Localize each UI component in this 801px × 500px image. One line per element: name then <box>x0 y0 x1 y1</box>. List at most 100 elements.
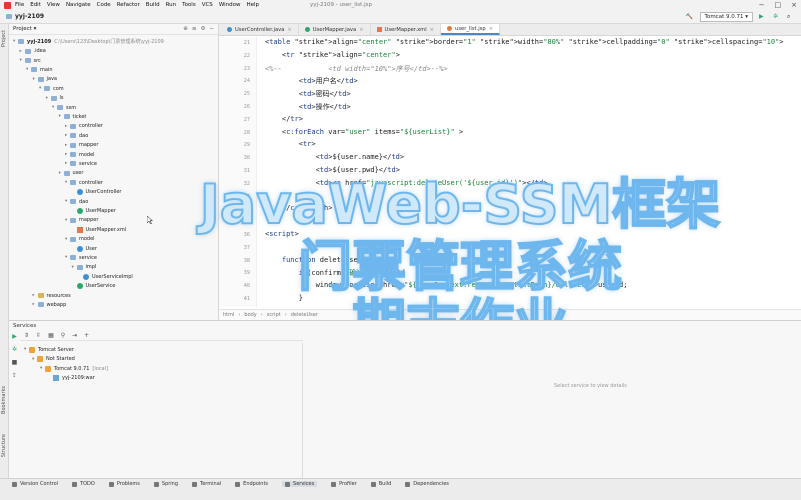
menu-item-vcs[interactable]: VCS <box>202 2 213 8</box>
menu-item-help[interactable]: Help <box>247 2 260 8</box>
project-tree-item[interactable]: ▸ controller <box>65 122 103 132</box>
service-tree-item[interactable]: yyj-2109:war <box>48 374 95 383</box>
project-tree-item[interactable]: ▸ .idea <box>20 46 46 56</box>
tool-tab-version-control[interactable]: Version Control <box>12 481 58 487</box>
project-tree-item[interactable]: ▾ java <box>33 75 57 85</box>
menu-item-file[interactable]: File <box>15 2 24 8</box>
project-tree-item[interactable]: ▾ ticket <box>59 112 87 122</box>
menu-item-edit[interactable]: Edit <box>30 2 41 8</box>
menu-item-code[interactable]: Code <box>97 2 111 8</box>
close-tab-icon[interactable]: × <box>359 27 363 33</box>
chevron-down-icon[interactable]: ▾ <box>59 171 64 176</box>
structure-tool-button[interactable]: Structure <box>1 434 7 457</box>
filter-icon[interactable]: ⚲ <box>61 332 65 339</box>
project-tree-item[interactable]: ▾ controller <box>65 178 103 188</box>
project-tree-item[interactable]: ▸ dao <box>65 131 88 141</box>
menu-item-build[interactable]: Build <box>146 2 160 8</box>
project-tree-item[interactable]: ▸ model <box>65 150 95 160</box>
editor-tab[interactable]: UserController.java × <box>221 24 299 35</box>
tool-tab-todo[interactable]: TODO <box>72 481 95 487</box>
bookmarks-tool-button[interactable]: Bookmarks <box>1 386 7 414</box>
menu-item-window[interactable]: Window <box>219 2 241 8</box>
project-tree-item[interactable]: ▾ dao <box>65 197 88 207</box>
chevron-down-icon[interactable]: ▾ <box>46 96 51 101</box>
service-tree-item[interactable]: ▾ Not Started <box>32 355 75 364</box>
deploy-icon[interactable]: ⇪ <box>12 372 17 379</box>
chevron-down-icon[interactable]: ▾ <box>20 58 25 63</box>
add-service-icon[interactable]: + <box>84 332 89 339</box>
editor-tab[interactable]: UserMapper.java × <box>299 24 371 35</box>
locate-icon[interactable]: ⊕ <box>183 26 188 32</box>
chevron-down-icon[interactable]: ▾ <box>72 265 77 270</box>
project-tool-button[interactable]: Project <box>1 30 7 47</box>
editor-tab[interactable]: user_list.jsp × <box>441 24 501 35</box>
project-tree-item[interactable]: ▾ ls <box>46 93 64 103</box>
project-tree-item[interactable]: ▸ resources <box>33 291 71 301</box>
service-tree-item[interactable]: ▾ Tomcat Server <box>24 345 74 354</box>
tool-tab-spring[interactable]: Spring <box>153 481 178 487</box>
minimize-icon[interactable]: − <box>759 1 765 9</box>
debug-icon[interactable]: ✲ <box>773 13 781 21</box>
chevron-down-icon[interactable]: ▾ <box>59 114 64 119</box>
group-icon[interactable]: ▦ <box>48 332 54 339</box>
close-tab-icon[interactable]: × <box>489 26 493 32</box>
menu-item-refactor[interactable]: Refactor <box>117 2 140 8</box>
close-icon[interactable]: × <box>791 1 797 9</box>
close-tab-icon[interactable]: × <box>287 27 291 33</box>
project-tree-item[interactable]: ▾ ssm <box>52 103 76 113</box>
project-tree-item[interactable]: UserMapper <box>72 206 116 216</box>
project-tree-item[interactable]: ▾ yyj-2109 C:\Users\123\Desktop\门票管理系统\yyj… <box>13 37 164 47</box>
menu-item-run[interactable]: Run <box>166 2 177 8</box>
project-tree-item[interactable]: ▸ webapp <box>33 300 67 310</box>
menu-item-view[interactable]: View <box>47 2 60 8</box>
toolbar-project-name[interactable]: yyj-2109 <box>15 13 44 20</box>
folder-icon <box>76 264 83 270</box>
project-panel-title[interactable]: Project <box>13 26 32 32</box>
tool-tab-profiler[interactable]: Profiler <box>331 481 357 487</box>
debug-service-icon[interactable]: ✲ <box>12 346 17 353</box>
collapse-all-icon[interactable]: ≡ <box>192 26 197 32</box>
tool-tab-build[interactable]: Build <box>370 481 391 487</box>
gear-icon[interactable]: ⚙ <box>200 26 205 32</box>
hide-panel-icon[interactable]: − <box>209 26 214 32</box>
project-tree-item[interactable]: ▾ src <box>20 56 41 66</box>
project-tree-item[interactable]: ▾ service <box>65 253 97 263</box>
project-tree-item[interactable]: UserServiceImpl <box>78 272 133 282</box>
close-tab-icon[interactable]: × <box>430 27 434 33</box>
menu-item-navigate[interactable]: Navigate <box>66 2 91 8</box>
project-tree-item[interactable]: ▾ com <box>39 84 64 94</box>
project-tree-item[interactable]: ▾ mapper <box>65 216 98 226</box>
tool-tab-endpoints[interactable]: Endpoints <box>235 481 268 487</box>
project-tree-item[interactable]: ▾ impl <box>72 263 97 273</box>
tool-tab-problems[interactable]: Problems <box>108 481 140 487</box>
project-tree-item[interactable]: UserService <box>72 281 115 291</box>
project-tree-item[interactable]: ▸ service <box>65 159 97 169</box>
project-tree-item[interactable]: ▾ main <box>26 65 53 75</box>
project-tree-item[interactable]: UserMapper.xml <box>72 225 126 235</box>
project-tree-item[interactable]: ▾ model <box>65 234 95 244</box>
project-tree-item[interactable]: User <box>72 244 97 254</box>
chevron-right-icon[interactable]: ▸ <box>33 302 38 307</box>
tool-tab-services[interactable]: Services <box>282 481 318 487</box>
pin-icon[interactable]: ⇥ <box>72 332 77 339</box>
run-icon[interactable]: ▶ <box>759 13 767 21</box>
menu-item-tools[interactable]: Tools <box>182 2 196 8</box>
chevron-right-icon[interactable]: ▸ <box>20 49 25 54</box>
search-icon[interactable]: ⌕ <box>787 13 795 21</box>
tool-tab-dependencies[interactable]: Dependencies <box>405 481 449 487</box>
expand-all-icon[interactable]: ⇕ <box>24 332 29 339</box>
project-tree-item[interactable]: ▸ mapper <box>65 140 98 150</box>
project-tree-item[interactable]: UserController <box>72 187 122 197</box>
chevron-right-icon[interactable]: ▸ <box>33 293 38 298</box>
maximize-icon[interactable]: □ <box>775 1 782 9</box>
chevron-down-icon[interactable]: ▾ <box>33 77 38 82</box>
collapse-all-services-icon[interactable]: ⇳ <box>36 332 41 339</box>
tool-tab-terminal[interactable]: Terminal <box>192 481 221 487</box>
run-service-icon[interactable]: ▶ <box>12 333 17 340</box>
hammer-icon[interactable]: 🔨 <box>686 13 694 21</box>
stop-service-icon[interactable]: ■ <box>12 359 18 366</box>
run-configuration-selector[interactable]: Tomcat 9.0.71 ▾ <box>699 11 753 22</box>
project-tree-item[interactable]: ▾ user <box>59 169 84 179</box>
service-tree-item[interactable]: ▾ Tomcat 9.0.71 [local] <box>40 364 108 373</box>
editor-tab[interactable]: UserMapper.xml × <box>371 24 442 35</box>
